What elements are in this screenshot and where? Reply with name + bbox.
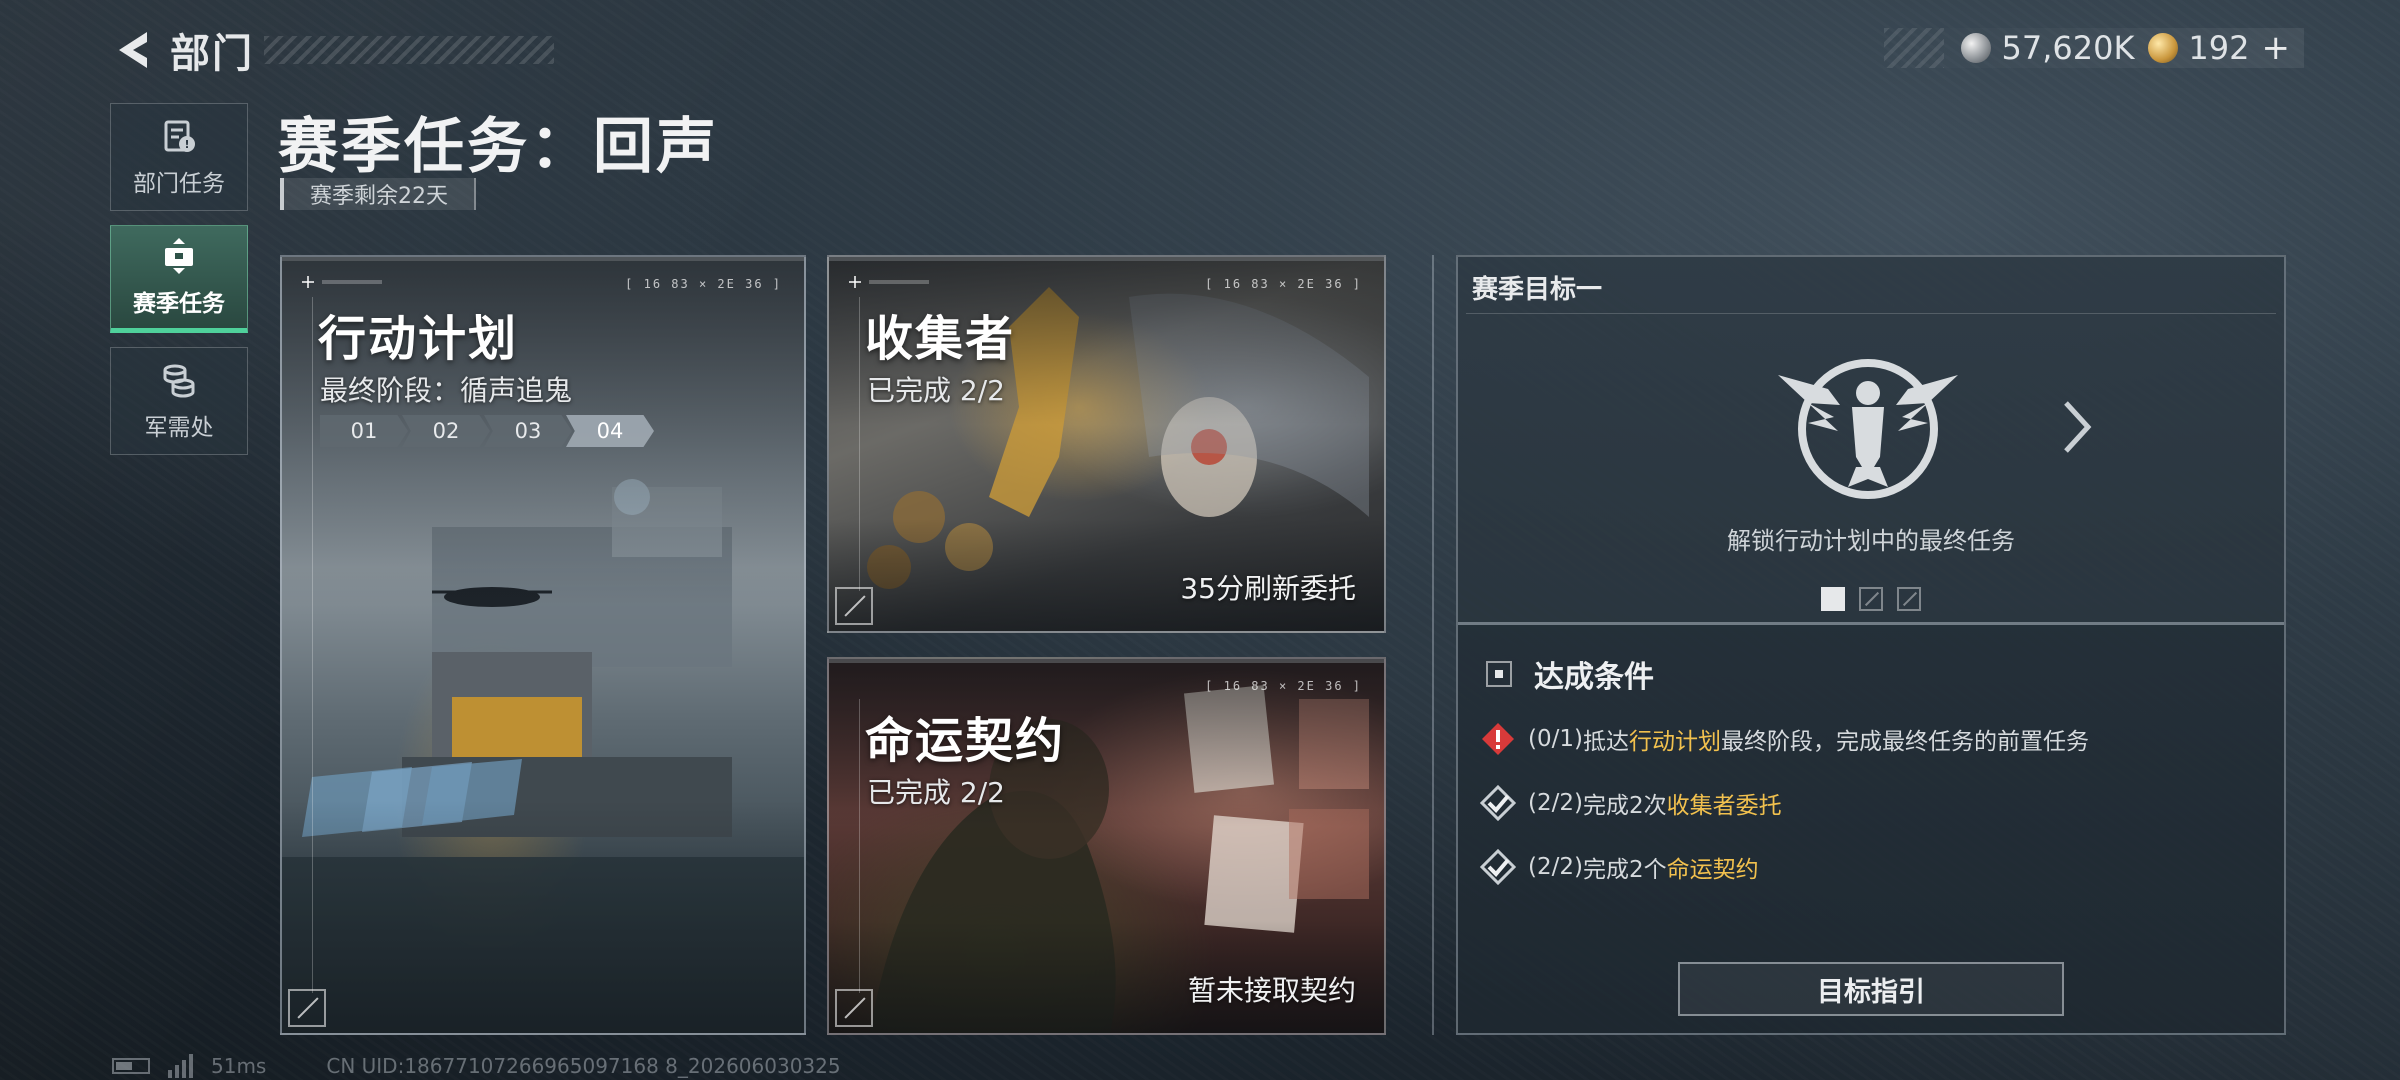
conditions-list: (0/1) 抵达 行动计划 最终阶段，完成最终任务的前置任务 (2/2) 完成2… (1480, 707, 2270, 899)
stage-step: 03 (484, 415, 572, 447)
refresh-timer: 35分刷新委托 (1180, 572, 1356, 605)
condition-row: (2/2) 完成2次 收集者委托 (1480, 771, 2270, 835)
sidebar-item-supply[interactable]: 军需处 (110, 347, 248, 455)
corner-expand-icon (835, 989, 873, 1027)
sidebar-item-label: 军需处 (144, 415, 214, 441)
check-icon (1480, 849, 1516, 885)
section-divider (1432, 255, 1434, 1035)
department-task-icon: ! (159, 116, 199, 156)
gold-coin-icon (2148, 33, 2179, 63)
card-subtitle: 最终阶段：循声追鬼 (320, 374, 573, 407)
status-footer: 51ms CN UID:18677107266965097168 8_20260… (112, 1054, 841, 1078)
silver-currency-value: 57,620K (2001, 29, 2135, 67)
card-title: 收集者 (865, 311, 1016, 367)
eagle-emblem-icon (1778, 359, 1958, 499)
add-currency-icon[interactable]: + (2262, 28, 2291, 68)
card-subtitle: 已完成 2/2 (867, 776, 1005, 809)
sidebar-item-season-task[interactable]: 赛季任务 (110, 225, 248, 333)
season-goal-panel: 赛季目标一 解锁行动计划中的最终任务 达成条件 (0/1) 抵达 行动计划 最终… (1456, 255, 2286, 1035)
card-guide-line (859, 699, 860, 993)
card-subtitle: 已完成 2/2 (867, 374, 1005, 407)
card-title: 行动计划 (318, 311, 519, 367)
condition-highlight: 行动计划 (1628, 729, 1721, 755)
condition-progress: (0/1) (1528, 726, 1583, 752)
battery-icon (112, 1058, 150, 1074)
stage-step: 02 (402, 415, 490, 447)
conditions-header: 达成条件 (1486, 652, 1654, 696)
crosshair-icon (302, 276, 382, 288)
currency-bar: 57,620K 192 + (1884, 28, 2304, 68)
currency-decoration (1884, 28, 1944, 68)
card-title: 命运契约 (865, 713, 1066, 769)
condition-progress: (2/2) (1528, 790, 1583, 816)
condition-progress: (2/2) (1528, 854, 1583, 880)
stage-step: 01 (320, 415, 408, 447)
title-decoration (264, 36, 554, 64)
user-uid: CN UID:18677107266965097168 8_2026060303… (326, 1054, 841, 1078)
back-arrow-icon[interactable] (110, 27, 156, 73)
page-title: 赛季任务：回声 (278, 112, 719, 182)
silver-coin-icon (1961, 33, 1992, 63)
card-coordinate: [ 16 83 × 2E 36 ] (625, 277, 782, 291)
silver-currency: 57,620K (1961, 29, 2134, 67)
card-shade (282, 800, 804, 1033)
supply-icon (159, 360, 199, 400)
condition-text-suffix: 最终阶段，完成最终任务的前置任务 (1720, 729, 2089, 755)
conditions-marker-icon (1486, 661, 1512, 687)
goal-page-indicator-locked[interactable] (1859, 587, 1883, 611)
card-coordinate: [ 16 83 × 2E 36 ] (1205, 679, 1362, 693)
action-plan-card[interactable]: [ 16 83 × 2E 36 ] 行动计划 最终阶段：循声追鬼 01 02 0… (280, 255, 806, 1035)
goal-page-indicator-locked[interactable] (1897, 587, 1921, 611)
sidebar-item-label: 部门任务 (133, 171, 225, 197)
sidebar: ! 部门任务 赛季任务 军需处 (110, 103, 248, 469)
corner-expand-icon (835, 587, 873, 625)
condition-text-prefix: 完成2个 (1582, 857, 1667, 883)
season-remaining-badge: 赛季剩余22天 (280, 178, 476, 210)
collector-card[interactable]: [ 16 83 × 2E 36 ] 收集者 已完成 2/2 35分刷新委托 (827, 255, 1386, 633)
page-breadcrumb-title[interactable]: 部门 (170, 21, 254, 79)
top-bar: 部门 (110, 22, 554, 78)
goal-header-section: 赛季目标一 解锁行动计划中的最终任务 (1458, 257, 2284, 625)
ping-value: 51ms (211, 1054, 267, 1078)
condition-text-prefix: 完成2次 (1582, 793, 1667, 819)
gold-currency-value: 192 (2188, 29, 2250, 67)
condition-highlight: 收集者委托 (1666, 793, 1782, 819)
stage-progress: 01 02 03 04 (320, 415, 654, 447)
crosshair-icon (849, 276, 929, 288)
fate-contract-card[interactable]: [ 16 83 × 2E 36 ] 命运契约 已完成 2/2 暂未接取契约 (827, 657, 1386, 1035)
goal-pager (1458, 587, 2284, 611)
condition-highlight: 命运契约 (1666, 857, 1759, 883)
card-coordinate: [ 16 83 × 2E 36 ] (1205, 277, 1362, 291)
check-icon (1480, 785, 1516, 821)
card-guide-line (859, 297, 860, 591)
stage-step-current: 04 (566, 415, 654, 447)
goal-guide-button[interactable]: 目标指引 (1678, 962, 2064, 1016)
card-guide-line (312, 297, 313, 993)
contract-status: 暂未接取契约 (1187, 974, 1356, 1007)
goal-title-divider (1466, 313, 2276, 314)
condition-row: (2/2) 完成2个 命运契约 (1480, 835, 2270, 899)
goal-page-indicator-active[interactable] (1821, 587, 1845, 611)
sidebar-item-department-task[interactable]: ! 部门任务 (110, 103, 248, 211)
conditions-label: 达成条件 (1534, 660, 1654, 695)
corner-expand-icon (288, 989, 326, 1027)
condition-text-prefix: 抵达 (1582, 729, 1629, 755)
svg-text:!: ! (184, 138, 189, 151)
goal-title: 赛季目标一 (1472, 275, 1603, 305)
goal-description: 解锁行动计划中的最终任务 (1727, 527, 2015, 555)
next-goal-chevron-icon[interactable] (2056, 397, 2096, 457)
condition-row: (0/1) 抵达 行动计划 最终阶段，完成最终任务的前置任务 (1480, 707, 2270, 771)
sidebar-item-label: 赛季任务 (133, 291, 225, 317)
warning-icon (1482, 723, 1514, 755)
signal-icon (168, 1054, 193, 1078)
season-task-icon (159, 236, 199, 276)
gold-currency[interactable]: 192 + (2148, 28, 2290, 68)
